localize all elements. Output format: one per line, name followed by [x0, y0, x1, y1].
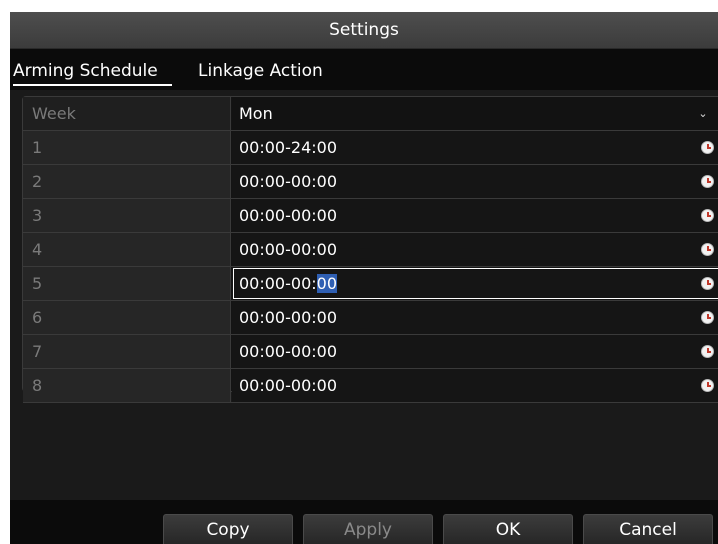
- copy-button[interactable]: Copy: [163, 514, 293, 544]
- time-input-focus[interactable]: [233, 268, 718, 299]
- period-time-field[interactable]: 00:00-00:00: [232, 335, 718, 368]
- table-row: 6 00:00-00:00: [23, 301, 718, 335]
- period-index: 3: [23, 199, 231, 232]
- tab-linkage-action[interactable]: Linkage Action: [198, 58, 323, 84]
- period-index: 8: [23, 369, 231, 402]
- table-row-selected: 5 00:00-00:00: [23, 267, 718, 301]
- table-row: 4 00:00-00:00: [23, 233, 718, 267]
- period-index: 2: [23, 165, 231, 198]
- period-time: 00:00-00:00: [239, 308, 337, 327]
- schedule-table: Week Mon ⌄ 1 00:00-24:00 2 00:00-00:00 3…: [22, 96, 718, 403]
- table-row: 7 00:00-00:00: [23, 335, 718, 369]
- period-time: 00:00-00:00: [239, 172, 337, 191]
- period-time-field-active[interactable]: 00:00-00:00: [232, 267, 718, 300]
- week-value: Mon: [239, 104, 273, 123]
- clock-icon[interactable]: [701, 379, 714, 392]
- period-time: 00:00-00:00: [239, 376, 337, 395]
- period-time-field[interactable]: 00:00-24:00: [232, 131, 718, 164]
- week-select[interactable]: Mon ⌄: [232, 97, 718, 130]
- period-time: 00:00-00:00: [239, 342, 337, 361]
- period-index: 6: [23, 301, 231, 334]
- period-time-field[interactable]: 00:00-00:00: [232, 165, 718, 198]
- window-title: Settings: [10, 12, 718, 49]
- table-row: 8 00:00-00:00: [23, 369, 718, 403]
- period-index: 7: [23, 335, 231, 368]
- cancel-button[interactable]: Cancel: [583, 514, 713, 544]
- settings-window: Settings Arming Schedule Linkage Action …: [10, 12, 718, 544]
- schedule-panel: Week Mon ⌄ 1 00:00-24:00 2 00:00-00:00 3…: [10, 90, 718, 500]
- table-row: 1 00:00-24:00: [23, 131, 718, 165]
- clock-icon[interactable]: [701, 209, 714, 222]
- week-label: Week: [23, 97, 231, 130]
- clock-icon[interactable]: [701, 243, 714, 256]
- period-index: 4: [23, 233, 231, 266]
- period-time: 00:00-24:00: [239, 138, 337, 157]
- apply-button[interactable]: Apply: [303, 514, 433, 544]
- clock-icon[interactable]: [701, 141, 714, 154]
- clock-icon[interactable]: [701, 175, 714, 188]
- week-row: Week Mon ⌄: [23, 97, 718, 131]
- table-row: 3 00:00-00:00: [23, 199, 718, 233]
- tab-arming-schedule[interactable]: Arming Schedule: [13, 58, 158, 84]
- clock-icon[interactable]: [701, 311, 714, 324]
- period-time-field[interactable]: 00:00-00:00: [232, 301, 718, 334]
- period-time-field[interactable]: 00:00-00:00: [232, 233, 718, 266]
- period-index: 5: [23, 267, 231, 300]
- period-index: 1: [23, 131, 231, 164]
- chevron-down-icon[interactable]: ⌄: [695, 106, 711, 122]
- active-tab-underline: [13, 84, 172, 86]
- period-time-field[interactable]: 00:00-00:00: [232, 369, 718, 402]
- period-time: 00:00-00:00: [239, 206, 337, 225]
- clock-icon[interactable]: [701, 277, 714, 290]
- button-bar: Copy Apply OK Cancel: [10, 500, 718, 544]
- clock-icon[interactable]: [701, 345, 714, 358]
- ok-button[interactable]: OK: [443, 514, 573, 544]
- table-row: 2 00:00-00:00: [23, 165, 718, 199]
- period-time: 00:00-00:00: [239, 240, 337, 259]
- period-time-field[interactable]: 00:00-00:00: [232, 199, 718, 232]
